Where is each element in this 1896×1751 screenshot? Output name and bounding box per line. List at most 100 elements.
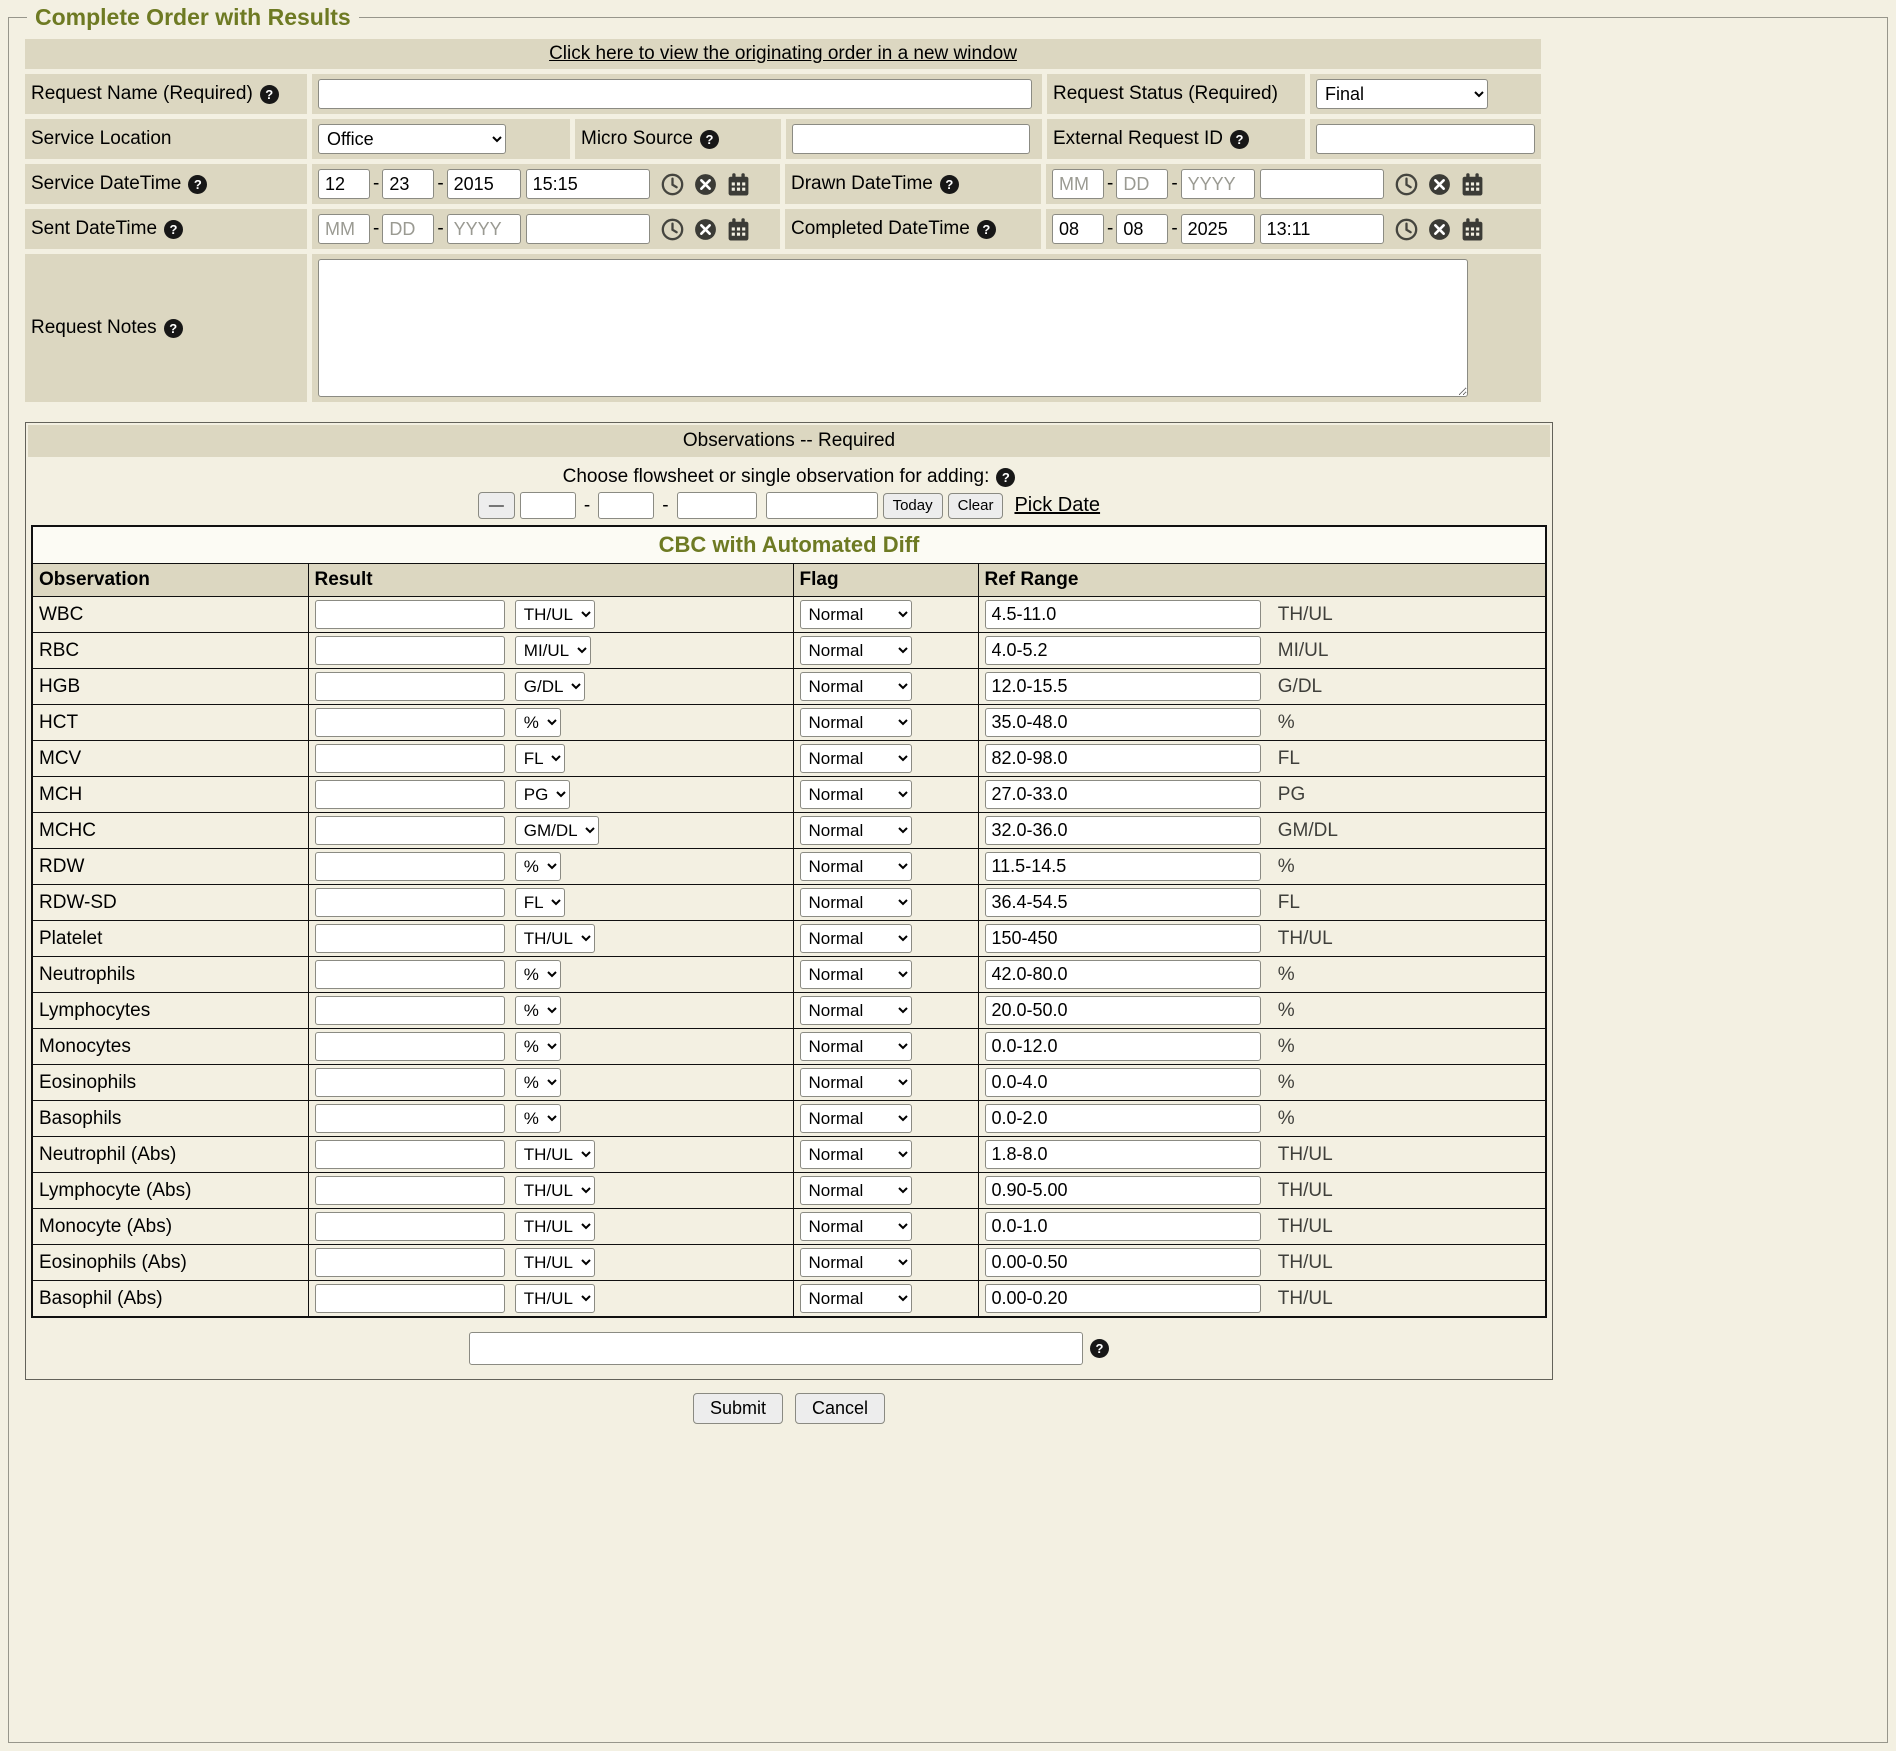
result-input[interactable] bbox=[315, 1212, 505, 1241]
result-unit-select[interactable]: % bbox=[515, 1068, 561, 1097]
drawn-datetime-day-input[interactable] bbox=[1116, 169, 1168, 199]
help-icon[interactable]: ? bbox=[188, 175, 207, 194]
result-input[interactable] bbox=[315, 1248, 505, 1277]
flag-select[interactable]: Normal bbox=[800, 672, 912, 701]
completed-datetime-day-input[interactable] bbox=[1116, 214, 1168, 244]
help-icon[interactable]: ? bbox=[164, 319, 183, 338]
service-datetime-month-input[interactable] bbox=[318, 169, 370, 199]
result-unit-select[interactable]: TH/UL bbox=[515, 1140, 595, 1169]
flag-select[interactable]: Normal bbox=[800, 1176, 912, 1205]
clear-datetime-icon[interactable] bbox=[1427, 172, 1452, 197]
ref-range-input[interactable] bbox=[985, 1212, 1261, 1241]
ref-range-input[interactable] bbox=[985, 1104, 1261, 1133]
completed-datetime-month-input[interactable] bbox=[1052, 214, 1104, 244]
flag-select[interactable]: Normal bbox=[800, 1104, 912, 1133]
result-unit-select[interactable]: TH/UL bbox=[515, 924, 595, 953]
external-request-id-input[interactable] bbox=[1316, 124, 1535, 154]
pick-date-link[interactable]: Pick Date bbox=[1014, 494, 1100, 517]
micro-source-input[interactable] bbox=[792, 124, 1030, 154]
flag-select[interactable]: Normal bbox=[800, 1248, 912, 1277]
result-unit-select[interactable]: % bbox=[515, 1032, 561, 1061]
flag-select[interactable]: Normal bbox=[800, 852, 912, 881]
ref-range-input[interactable] bbox=[985, 636, 1261, 665]
result-unit-select[interactable]: FL bbox=[515, 744, 565, 773]
clear-datetime-icon[interactable] bbox=[693, 217, 718, 242]
ref-range-input[interactable] bbox=[985, 600, 1261, 629]
chooser-time-input[interactable] bbox=[766, 492, 878, 519]
view-originating-order-link[interactable]: Click here to view the originating order… bbox=[549, 43, 1017, 65]
result-input[interactable] bbox=[315, 888, 505, 917]
result-unit-select[interactable]: MI/UL bbox=[515, 636, 591, 665]
flag-select[interactable]: Normal bbox=[800, 960, 912, 989]
result-input[interactable] bbox=[315, 708, 505, 737]
calendar-icon[interactable] bbox=[1460, 172, 1485, 197]
result-unit-select[interactable]: % bbox=[515, 1104, 561, 1133]
ref-range-input[interactable] bbox=[985, 672, 1261, 701]
result-input[interactable] bbox=[315, 780, 505, 809]
service-datetime-day-input[interactable] bbox=[382, 169, 434, 199]
ref-range-input[interactable] bbox=[985, 1140, 1261, 1169]
drawn-datetime-year-input[interactable] bbox=[1181, 169, 1255, 199]
flag-select[interactable]: Normal bbox=[800, 816, 912, 845]
sent-datetime-month-input[interactable] bbox=[318, 214, 370, 244]
result-input[interactable] bbox=[315, 1104, 505, 1133]
ref-range-input[interactable] bbox=[985, 816, 1261, 845]
result-unit-select[interactable]: % bbox=[515, 852, 561, 881]
chooser-day-input[interactable] bbox=[598, 492, 654, 519]
result-input[interactable] bbox=[315, 816, 505, 845]
calendar-icon[interactable] bbox=[726, 172, 751, 197]
ref-range-input[interactable] bbox=[985, 924, 1261, 953]
chooser-year-input[interactable] bbox=[677, 492, 757, 519]
flag-select[interactable]: Normal bbox=[800, 744, 912, 773]
clear-button[interactable]: Clear bbox=[948, 493, 1004, 519]
flag-select[interactable]: Normal bbox=[800, 996, 912, 1025]
help-icon[interactable]: ? bbox=[700, 130, 719, 149]
result-unit-select[interactable]: % bbox=[515, 996, 561, 1025]
flag-select[interactable]: Normal bbox=[800, 888, 912, 917]
result-unit-select[interactable]: GM/DL bbox=[515, 816, 599, 845]
result-unit-select[interactable]: FL bbox=[515, 888, 565, 917]
result-unit-select[interactable]: PG bbox=[515, 780, 570, 809]
service-location-select[interactable]: Office bbox=[318, 124, 506, 154]
help-icon[interactable]: ? bbox=[1230, 130, 1249, 149]
ref-range-input[interactable] bbox=[985, 1176, 1261, 1205]
cancel-button[interactable]: Cancel bbox=[795, 1393, 885, 1424]
ref-range-input[interactable] bbox=[985, 852, 1261, 881]
flag-select[interactable]: Normal bbox=[800, 1284, 912, 1313]
ref-range-input[interactable] bbox=[985, 780, 1261, 809]
request-status-select[interactable]: Final bbox=[1316, 79, 1488, 109]
ref-range-input[interactable] bbox=[985, 1032, 1261, 1061]
request-notes-textarea[interactable] bbox=[318, 259, 1468, 397]
help-icon[interactable]: ? bbox=[940, 175, 959, 194]
flag-select[interactable]: Normal bbox=[800, 1068, 912, 1097]
ref-range-input[interactable] bbox=[985, 744, 1261, 773]
ref-range-input[interactable] bbox=[985, 1284, 1261, 1313]
result-input[interactable] bbox=[315, 744, 505, 773]
result-unit-select[interactable]: TH/UL bbox=[515, 1248, 595, 1277]
result-unit-select[interactable]: % bbox=[515, 708, 561, 737]
ref-range-input[interactable] bbox=[985, 1068, 1261, 1097]
drawn-datetime-time-input[interactable] bbox=[1260, 169, 1384, 199]
result-input[interactable] bbox=[315, 1284, 505, 1313]
ref-range-input[interactable] bbox=[985, 1248, 1261, 1277]
completed-datetime-year-input[interactable] bbox=[1181, 214, 1255, 244]
clock-icon[interactable] bbox=[660, 217, 685, 242]
help-icon[interactable]: ? bbox=[164, 220, 183, 239]
collapse-button[interactable]: — bbox=[478, 492, 515, 519]
result-input[interactable] bbox=[315, 1068, 505, 1097]
result-input[interactable] bbox=[315, 924, 505, 953]
result-input[interactable] bbox=[315, 600, 505, 629]
request-name-input[interactable] bbox=[318, 79, 1032, 109]
clock-icon[interactable] bbox=[1394, 172, 1419, 197]
flag-select[interactable]: Normal bbox=[800, 636, 912, 665]
flag-select[interactable]: Normal bbox=[800, 708, 912, 737]
ref-range-input[interactable] bbox=[985, 708, 1261, 737]
result-input[interactable] bbox=[315, 960, 505, 989]
clock-icon[interactable] bbox=[1394, 217, 1419, 242]
drawn-datetime-month-input[interactable] bbox=[1052, 169, 1104, 199]
help-icon[interactable]: ? bbox=[996, 468, 1015, 487]
result-unit-select[interactable]: G/DL bbox=[515, 672, 585, 701]
ref-range-input[interactable] bbox=[985, 960, 1261, 989]
clock-icon[interactable] bbox=[660, 172, 685, 197]
flag-select[interactable]: Normal bbox=[800, 1032, 912, 1061]
